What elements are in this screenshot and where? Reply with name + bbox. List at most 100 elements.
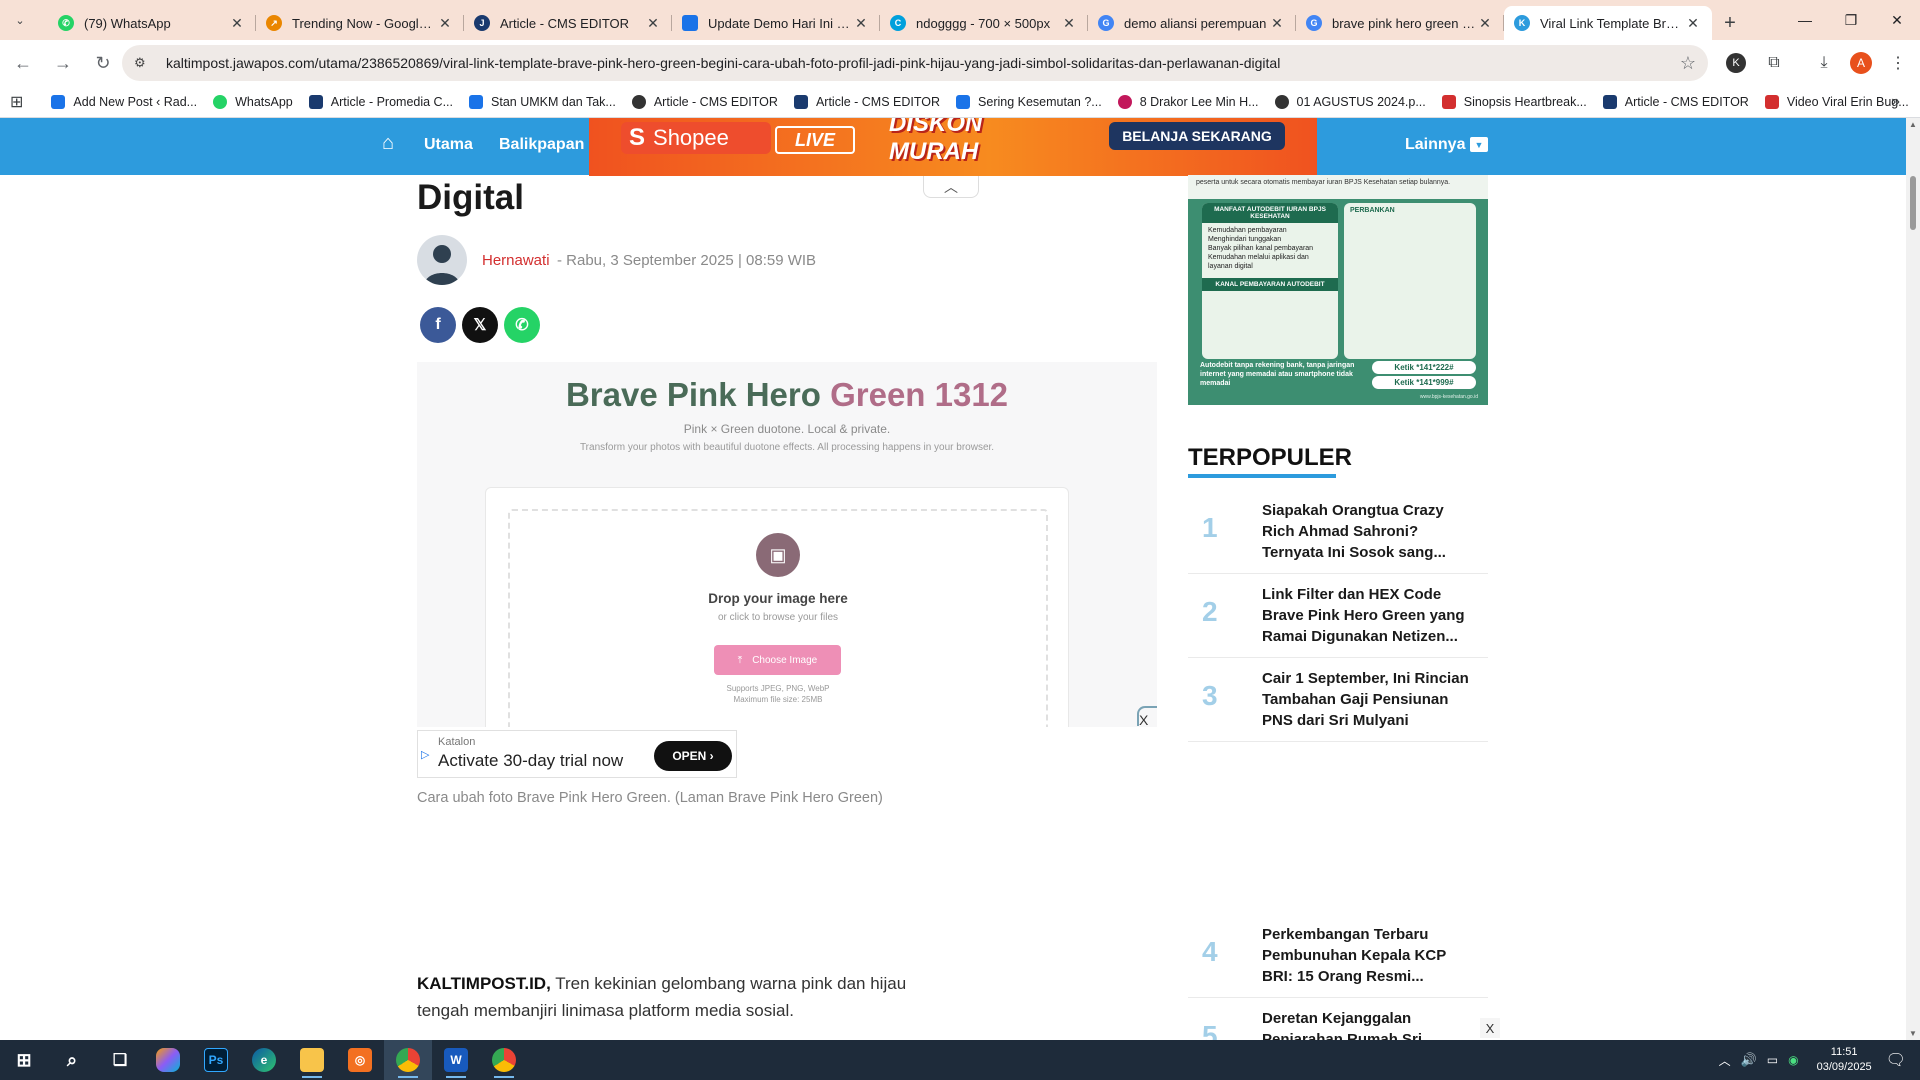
hero-title: Brave Pink Hero Green 1312: [417, 376, 1157, 414]
shopee-ad-banner[interactable]: S Shopee LIVE DISKON MURAH BELANJA SEKARA…: [589, 118, 1317, 176]
bookmark-label: Sinopsis Heartbreak...: [1463, 94, 1587, 109]
katalon-ad[interactable]: ▷ Katalon Activate 30-day trial now OPEN…: [417, 730, 737, 778]
task-view-button[interactable]: ❏: [96, 1040, 144, 1080]
popular-title[interactable]: Deretan Kejanggalan Penjarahan Rumah Sri…: [1262, 1008, 1472, 1040]
tab-google-demo[interactable]: Gdemo aliansi perempuan ✕: [1088, 6, 1296, 40]
home-icon[interactable]: ⌂: [382, 132, 394, 155]
bookmark-item[interactable]: Sering Kesemutan ?...: [956, 94, 1102, 109]
scroll-down-icon[interactable]: ▼: [1909, 1029, 1917, 1038]
nav-lainnya[interactable]: Lainnya: [1405, 136, 1465, 154]
share-facebook-button[interactable]: f: [420, 307, 456, 343]
bookmark-item[interactable]: Article - CMS EDITOR: [1602, 94, 1749, 109]
popular-title[interactable]: Perkembangan Terbaru Pembunuhan Kepala K…: [1262, 924, 1472, 987]
tab-google-trends[interactable]: ↗ Trending Now - Google Trends✕: [256, 6, 464, 40]
tab-title: demo aliansi perempuan: [1124, 15, 1267, 31]
nav-utama[interactable]: Utama: [424, 136, 473, 154]
nav-balikpapan[interactable]: Balikpapan: [499, 136, 584, 154]
dropdown-icon[interactable]: ▼: [1470, 137, 1488, 152]
bookmark-item[interactable]: Article - CMS EDITOR: [631, 94, 778, 109]
tab-search-icon[interactable]: ⌄: [8, 8, 32, 32]
apps-grid-icon[interactable]: ⊞: [10, 92, 23, 112]
profile-avatar[interactable]: A: [1847, 49, 1875, 77]
popular-item[interactable]: 3 Cair 1 September, Ini Rincian Tambahan…: [1188, 658, 1488, 742]
tab-cms-editor[interactable]: J Article - CMS EDITOR ✕: [464, 6, 672, 40]
forward-button[interactable]: →: [46, 46, 80, 80]
close-icon[interactable]: ✕: [852, 15, 870, 32]
bookmark-item[interactable]: Video Viral Erin Bug...: [1764, 94, 1909, 109]
scroll-up-icon[interactable]: ▲: [1909, 120, 1917, 129]
photoshop-button[interactable]: Ps: [192, 1040, 240, 1080]
bookmark-star-icon[interactable]: ☆: [1668, 53, 1708, 74]
popular-item[interactable]: 5 Deretan Kejanggalan Penjarahan Rumah S…: [1188, 998, 1488, 1040]
close-icon[interactable]: ✕: [1684, 15, 1702, 32]
chrome-profile-button[interactable]: [480, 1040, 528, 1080]
security-icon[interactable]: ◉: [1788, 1053, 1798, 1067]
bookmark-item[interactable]: Article - CMS EDITOR: [793, 94, 940, 109]
ad-cta-button[interactable]: BELANJA SEKARANG: [1109, 122, 1285, 150]
word-button[interactable]: W: [432, 1040, 480, 1080]
volume-icon[interactable]: 🔊: [1741, 1052, 1757, 1068]
tab-strip: ⌄ ✆ (79) WhatsApp ✕ ↗ Trending Now - Google…: [0, 0, 1920, 40]
app-orange-button[interactable]: ◎: [336, 1040, 384, 1080]
close-window-button[interactable]: ✕: [1874, 0, 1920, 40]
author-name[interactable]: Hernawati: [482, 252, 550, 269]
adchoices-icon[interactable]: ▷: [421, 748, 429, 761]
address-bar[interactable]: ⚙ kaltimpost.jawapos.com/utama/238652086…: [122, 45, 1708, 81]
start-button[interactable]: ⊞: [0, 1040, 48, 1080]
tab-whatsapp[interactable]: ✆ (79) WhatsApp ✕: [48, 6, 256, 40]
bookmark-item[interactable]: WhatsApp: [213, 94, 293, 109]
page-scrollbar[interactable]: ▲ ▼: [1906, 118, 1920, 1040]
url-text[interactable]: kaltimpost.jawapos.com/utama/2386520869/…: [166, 55, 1668, 71]
download-icon[interactable]: ⤓: [1810, 49, 1838, 77]
popular-item[interactable]: 4 Perkembangan Terbaru Pembunuhan Kepala…: [1188, 914, 1488, 998]
close-icon[interactable]: ✕: [644, 15, 662, 32]
popular-title[interactable]: Link Filter dan HEX Code Brave Pink Hero…: [1262, 584, 1472, 647]
bpjs-sidebar-ad[interactable]: peserta untuk secara otomatis membayar i…: [1188, 175, 1488, 405]
share-whatsapp-button[interactable]: ✆: [504, 307, 540, 343]
network-icon[interactable]: ▭: [1767, 1053, 1778, 1067]
chrome-button[interactable]: [384, 1040, 432, 1080]
close-icon[interactable]: ✕: [1268, 15, 1286, 32]
restore-button[interactable]: ❐: [1828, 0, 1874, 40]
tab-google-brave[interactable]: Gbrave pink hero green java ✕: [1296, 6, 1504, 40]
bookmark-item[interactable]: Add New Post ‹ Rad...: [51, 94, 197, 109]
ad-open-button[interactable]: OPEN ›: [654, 741, 732, 771]
site-info-icon[interactable]: ⚙: [134, 55, 154, 71]
notification-icon[interactable]: 🗨: [1886, 1050, 1906, 1070]
ad-close-button[interactable]: X: [1139, 712, 1148, 728]
bookmark-item[interactable]: Stan UMKM dan Tak...: [469, 94, 616, 109]
bookmark-item[interactable]: Sinopsis Heartbreak...: [1441, 94, 1587, 109]
scroll-thumb[interactable]: [1910, 176, 1916, 230]
bookmark-item[interactable]: 8 Drakor Lee Min H...: [1117, 94, 1259, 109]
popular-item[interactable]: 2 Link Filter dan HEX Code Brave Pink He…: [1188, 574, 1488, 658]
search-button[interactable]: ⌕: [48, 1040, 96, 1080]
tab-canva[interactable]: Cndogggg - 700 × 500px ✕: [880, 6, 1088, 40]
extensions-icon[interactable]: ⧉: [1760, 49, 1788, 77]
share-x-button[interactable]: 𝕏: [462, 307, 498, 343]
tab-kaltimpost[interactable]: K Viral Link Template Brave ✕: [1504, 6, 1712, 40]
minimize-button[interactable]: —: [1782, 0, 1828, 40]
reload-button[interactable]: ↻: [86, 46, 120, 80]
ad-collapse-button[interactable]: ︿: [923, 176, 979, 198]
close-icon[interactable]: ✕: [1476, 15, 1494, 32]
chevron-up-icon[interactable]: ︿: [1719, 1052, 1731, 1069]
back-button[interactable]: ←: [6, 46, 40, 80]
close-icon[interactable]: ✕: [1060, 15, 1078, 32]
popular-item[interactable]: 1 Siapakah Orangtua Crazy Rich Ahmad Sah…: [1188, 490, 1488, 574]
extension-k-icon[interactable]: K: [1722, 49, 1750, 77]
close-icon[interactable]: ✕: [436, 15, 454, 32]
clock[interactable]: 11:51 03/09/2025: [1817, 1045, 1872, 1075]
copilot-button[interactable]: [144, 1040, 192, 1080]
sticky-ad-close-button[interactable]: X: [1480, 1018, 1500, 1038]
file-explorer-button[interactable]: [288, 1040, 336, 1080]
tab-update-demo[interactable]: Update Demo Hari Ini 1 Sept✕: [672, 6, 880, 40]
popular-title[interactable]: Siapakah Orangtua Crazy Rich Ahmad Sahro…: [1262, 500, 1472, 563]
bookmark-item[interactable]: 01 AGUSTUS 2024.p...: [1274, 94, 1426, 109]
edge-button[interactable]: e: [240, 1040, 288, 1080]
menu-icon[interactable]: ⋮: [1884, 49, 1912, 77]
bookmark-item[interactable]: Article - Promedia C...: [308, 94, 453, 109]
popular-title[interactable]: Cair 1 September, Ini Rincian Tambahan G…: [1262, 668, 1472, 731]
new-tab-button[interactable]: +: [1712, 6, 1748, 40]
close-icon[interactable]: ✕: [228, 15, 246, 32]
bookmarks-overflow-icon[interactable]: »: [1891, 93, 1900, 111]
